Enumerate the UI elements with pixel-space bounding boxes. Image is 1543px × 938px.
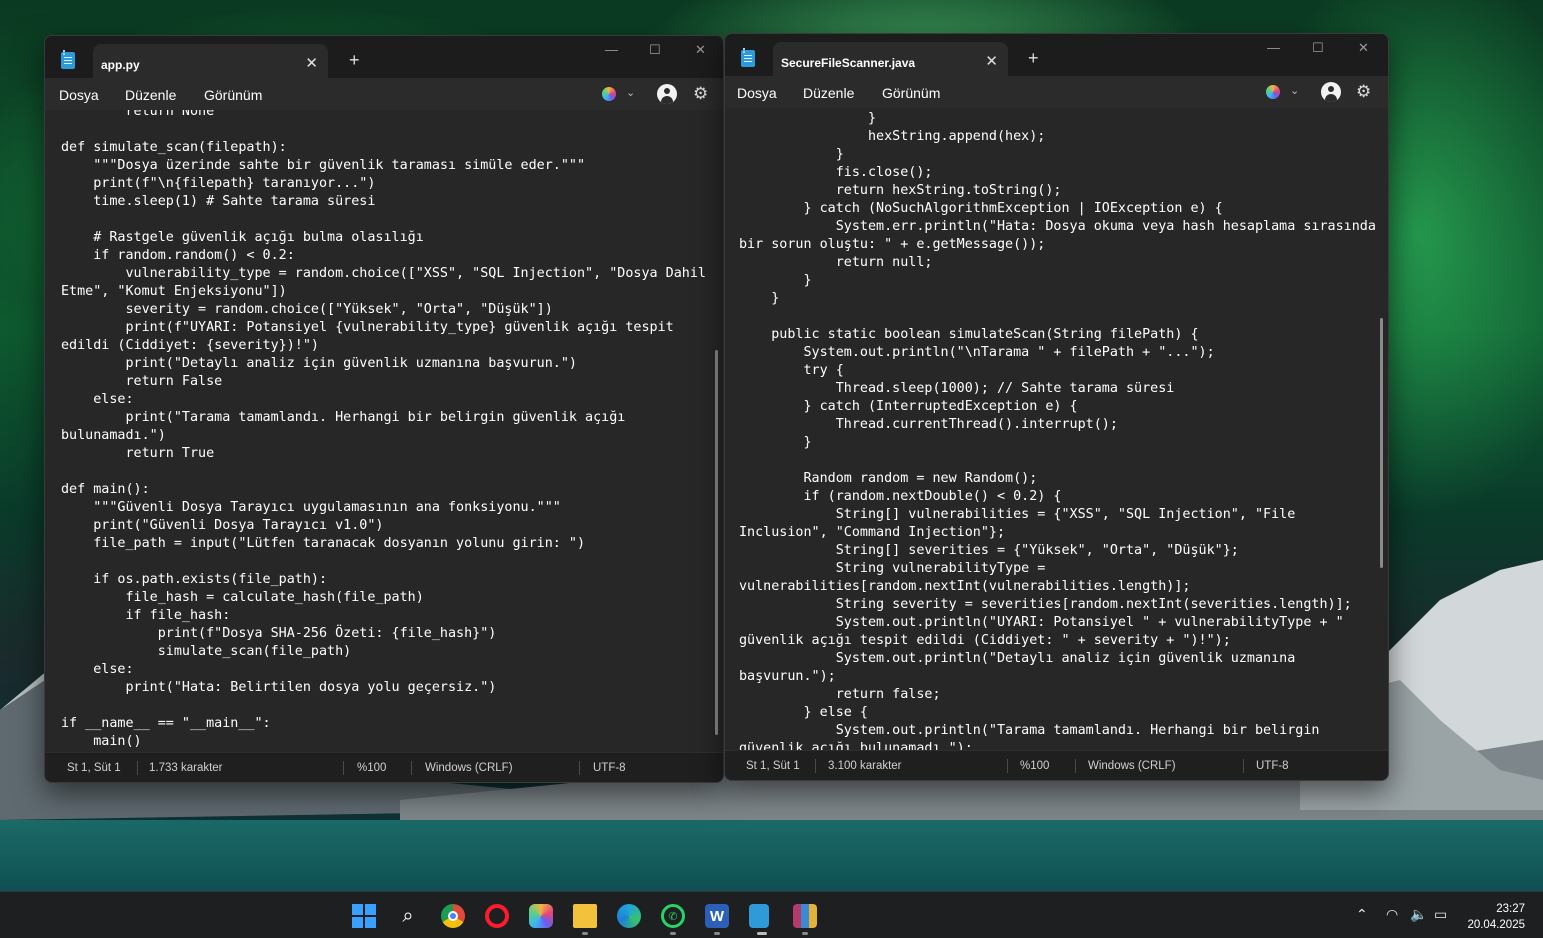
text-editor[interactable]: return None def simulate_scan(filepath):… <box>45 110 723 752</box>
menu-view[interactable]: Görünüm <box>882 85 940 101</box>
word-icon[interactable]: W <box>705 904 729 928</box>
tab-title: SecureFileScanner.java <box>781 56 916 70</box>
running-indicator <box>714 932 720 935</box>
notepad-window-app-py[interactable]: app.py ✕ + — ☐ ✕ Dosya Düzenle Görünüm ⌄… <box>44 35 724 783</box>
minimize-icon[interactable]: — <box>1267 40 1280 55</box>
chrome-icon[interactable] <box>441 904 465 928</box>
menu-edit[interactable]: Düzenle <box>125 87 176 103</box>
system-clock[interactable]: 23:27 20.04.2025 <box>1467 901 1525 933</box>
menu-bar: Dosya Düzenle Görünüm ⌄ ⚙ <box>45 78 723 110</box>
title-bar[interactable]: app.py ✕ + — ☐ ✕ <box>45 36 723 78</box>
account-avatar-icon[interactable] <box>657 84 677 104</box>
menu-file[interactable]: Dosya <box>59 87 99 103</box>
notepad-window-securefilescanner-java[interactable]: SecureFileScanner.java ✕ + — ☐ ✕ Dosya D… <box>724 33 1389 781</box>
title-bar[interactable]: SecureFileScanner.java ✕ + — ☐ ✕ <box>725 34 1388 76</box>
start-icon[interactable] <box>352 904 376 928</box>
status-char-count: 1.733 karakter <box>149 762 223 774</box>
taskbar: ⌕ ✆ W ⌃ ◠ 🔈 ▭ 23:27 20.04.2025 <box>0 891 1543 938</box>
status-bar: St 1, Süt 1 3.100 karakter %100 Windows … <box>725 750 1388 780</box>
running-indicator <box>582 932 588 935</box>
file-explorer-icon[interactable] <box>573 904 597 928</box>
opera-icon[interactable] <box>485 904 509 928</box>
close-icon[interactable]: ✕ <box>1358 40 1369 56</box>
minimize-icon[interactable]: — <box>605 42 618 57</box>
new-tab-icon[interactable]: + <box>1028 48 1039 69</box>
status-line-ending: Windows (CRLF) <box>425 762 513 774</box>
status-cursor-position: St 1, Süt 1 <box>746 760 800 772</box>
tab-app-py[interactable]: app.py ✕ <box>93 44 328 78</box>
notepad-icon[interactable] <box>749 904 769 928</box>
battery-icon[interactable]: ▭ <box>1434 906 1447 923</box>
maximize-icon[interactable]: ☐ <box>649 42 661 58</box>
tab-title: app.py <box>101 58 140 72</box>
settings-gear-icon[interactable]: ⚙ <box>1356 82 1371 102</box>
text-editor[interactable]: } hexString.append(hex); } fis.close(); … <box>725 108 1388 750</box>
wallpaper-water <box>0 820 1543 892</box>
status-zoom[interactable]: %100 <box>357 762 386 774</box>
status-separator <box>1075 759 1076 773</box>
notepad-app-icon <box>61 50 75 69</box>
status-encoding: UTF-8 <box>593 762 626 774</box>
copilot-icon[interactable] <box>602 87 616 101</box>
wifi-icon[interactable]: ◠ <box>1386 906 1398 923</box>
status-line-ending: Windows (CRLF) <box>1088 760 1176 772</box>
menu-file[interactable]: Dosya <box>737 85 777 101</box>
editor-text[interactable]: } hexString.append(hex); } fis.close(); … <box>739 110 1376 750</box>
running-indicator <box>757 932 767 935</box>
account-avatar-icon[interactable] <box>1321 82 1341 102</box>
status-separator <box>343 761 344 775</box>
new-tab-icon[interactable]: + <box>349 50 360 71</box>
chevron-down-icon[interactable]: ⌄ <box>626 86 635 99</box>
status-separator <box>1243 759 1244 773</box>
tab-close-icon[interactable]: ✕ <box>985 52 998 70</box>
whatsapp-icon[interactable]: ✆ <box>661 904 685 928</box>
clock-date: 20.04.2025 <box>1467 919 1525 931</box>
status-separator <box>1007 759 1008 773</box>
status-separator <box>579 761 580 775</box>
volume-icon[interactable]: 🔈 <box>1410 906 1427 923</box>
chevron-up-icon[interactable]: ⌃ <box>1356 906 1368 923</box>
menu-bar: Dosya Düzenle Görünüm ⌄ ⚙ <box>725 76 1388 108</box>
editor-text[interactable]: return None def simulate_scan(filepath):… <box>61 110 711 751</box>
maximize-icon[interactable]: ☐ <box>1312 40 1324 56</box>
copilot-icon[interactable] <box>529 904 553 928</box>
status-separator <box>815 759 816 773</box>
status-bar: St 1, Süt 1 1.733 karakter %100 Windows … <box>45 752 723 782</box>
status-cursor-position: St 1, Süt 1 <box>67 762 121 774</box>
close-icon[interactable]: ✕ <box>695 42 706 58</box>
settings-gear-icon[interactable]: ⚙ <box>693 84 708 104</box>
tab-close-icon[interactable]: ✕ <box>305 54 318 72</box>
vertical-scrollbar[interactable] <box>715 350 718 735</box>
running-indicator <box>802 932 808 935</box>
clock-time: 23:27 <box>1496 903 1525 915</box>
status-zoom[interactable]: %100 <box>1020 760 1049 772</box>
vertical-scrollbar[interactable] <box>1380 318 1383 568</box>
edge-icon[interactable] <box>617 904 641 928</box>
running-indicator <box>670 932 676 935</box>
status-encoding: UTF-8 <box>1256 760 1289 772</box>
tab-securefilescanner-java[interactable]: SecureFileScanner.java ✕ <box>773 42 1008 76</box>
status-separator <box>137 761 138 775</box>
status-char-count: 3.100 karakter <box>828 760 902 772</box>
notepad-app-icon <box>741 48 755 67</box>
menu-edit[interactable]: Düzenle <box>803 85 854 101</box>
status-separator <box>411 761 412 775</box>
menu-view[interactable]: Görünüm <box>204 87 262 103</box>
chevron-down-icon[interactable]: ⌄ <box>1290 84 1299 97</box>
winrar-icon[interactable] <box>793 904 817 928</box>
search-icon[interactable]: ⌕ <box>396 904 420 928</box>
copilot-icon[interactable] <box>1266 85 1280 99</box>
